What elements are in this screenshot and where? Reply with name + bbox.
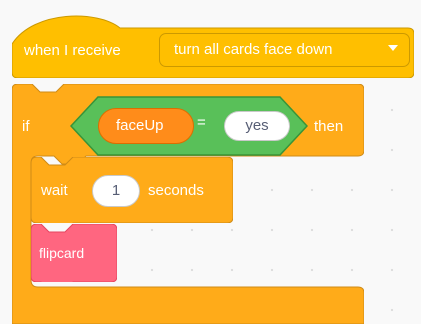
comparison-value-input[interactable]: yes [224,111,290,141]
wait-label: wait [41,182,68,199]
then-label: then [314,118,344,135]
when-i-receive-label: when I receive [24,42,121,59]
message-dropdown[interactable]: turn all cards face down [159,33,410,67]
faceup-variable-reporter[interactable]: faceUp [98,108,194,144]
flipcard-label: flipcard [39,245,85,261]
message-dropdown-value: turn all cards face down [174,41,333,58]
if-label: if [22,118,30,135]
chevron-down-icon [388,45,398,51]
wait-seconds-input[interactable]: 1 [92,175,140,207]
equals-operator-sign: = [197,114,206,131]
variable-name: faceUp [116,117,164,134]
seconds-label: seconds [148,182,204,199]
